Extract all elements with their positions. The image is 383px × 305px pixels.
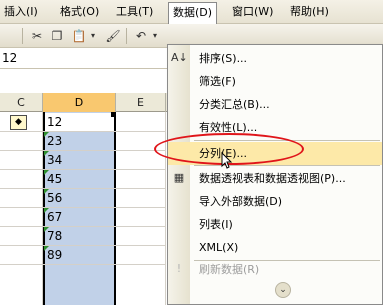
row-line	[0, 131, 166, 132]
menu-tools[interactable]: 工具(T)	[112, 3, 157, 21]
error-smart-tag-icon[interactable]: ◆	[10, 115, 27, 130]
cell-d3[interactable]: 34	[47, 151, 62, 169]
menu-bar: 插入(I) 格式(O) 工具(T) 数据(D) 窗口(W) 帮助(H)	[0, 0, 383, 24]
menu-item-refresh-data-label: 刷新数据(R)	[199, 263, 260, 276]
toolbar-separator	[126, 28, 127, 44]
format-painter-icon[interactable]: 🖌	[104, 27, 122, 45]
cut-icon[interactable]: ✂	[28, 27, 46, 45]
row-line	[0, 150, 166, 151]
toolbar-separator	[22, 28, 23, 44]
column-c-cells[interactable]: ◆	[0, 112, 43, 305]
menu-item-filter-label: 筛选(F)	[199, 75, 236, 88]
paste-icon[interactable]: 📋	[70, 27, 88, 45]
mouse-cursor-icon	[221, 152, 233, 169]
cell-d6[interactable]: 67	[47, 208, 62, 226]
cell-d2[interactable]: 23	[47, 132, 62, 150]
cell-d5[interactable]: 56	[47, 189, 62, 207]
menu-data[interactable]: 数据(D)	[168, 2, 218, 24]
cell-d4[interactable]: 45	[47, 170, 62, 188]
cell-d1[interactable]: 12	[45, 113, 114, 131]
menu-help[interactable]: 帮助(H)	[286, 3, 333, 21]
fill-handle[interactable]	[111, 112, 116, 117]
menu-insert[interactable]: 插入(I)	[0, 3, 42, 21]
cell-d8[interactable]: 89	[47, 246, 62, 264]
pivot-table-icon: ▦	[173, 171, 185, 184]
row-line	[0, 207, 166, 208]
menu-item-subtotals-label: 分类汇总(B)...	[199, 98, 270, 111]
undo-dropdown-icon[interactable]: ▾	[150, 27, 160, 45]
column-header-e[interactable]: E	[116, 93, 166, 112]
menu-item-xml-label: XML(X)	[199, 241, 239, 254]
row-line	[0, 264, 166, 265]
formula-value: 12	[2, 51, 18, 65]
menu-item-subtotals[interactable]: 分类汇总(B)...	[168, 93, 382, 116]
menu-item-sort-label: 排序(S)...	[199, 52, 248, 65]
column-e-cells[interactable]	[116, 112, 166, 305]
menu-item-import-external-data[interactable]: 导入外部数据(D)	[168, 190, 382, 213]
menu-item-list[interactable]: 列表(I)	[168, 213, 382, 236]
row-line	[0, 226, 166, 227]
cell-d7[interactable]: 78	[47, 227, 62, 245]
menu-item-sort[interactable]: A↓ 排序(S)...	[168, 47, 382, 70]
undo-icon[interactable]: ↶	[132, 27, 150, 45]
data-menu-dropdown: A↓ 排序(S)... 筛选(F) 分类汇总(B)... 有效性(L)... 分…	[167, 44, 383, 305]
menu-item-import-external-data-label: 导入外部数据(D)	[199, 195, 283, 208]
refresh-icon: !	[176, 262, 182, 275]
menu-item-pivot-table-label: 数据透视表和数据透视图(P)...	[199, 172, 346, 185]
menu-item-refresh-data: ! 刷新数据(R)	[168, 258, 382, 281]
paste-dropdown-icon[interactable]: ▾	[88, 27, 98, 45]
row-line	[0, 245, 166, 246]
menu-window[interactable]: 窗口(W)	[228, 3, 277, 21]
menu-item-filter[interactable]: 筛选(F)	[168, 70, 382, 93]
column-header-c[interactable]: C	[0, 93, 43, 112]
row-line	[0, 169, 166, 170]
expand-menu-chevron-icon[interactable]: ⌄	[275, 282, 291, 298]
menu-item-pivot-table[interactable]: ▦ 数据透视表和数据透视图(P)...	[168, 167, 382, 190]
menu-format[interactable]: 格式(O)	[56, 3, 103, 21]
menu-item-list-label: 列表(I)	[199, 218, 233, 231]
column-header-d[interactable]: D	[43, 93, 116, 112]
copy-icon[interactable]: ❐	[48, 27, 66, 45]
sort-ascending-icon: A↓	[171, 51, 188, 64]
menu-item-xml[interactable]: XML(X)	[168, 236, 382, 259]
row-line	[0, 188, 166, 189]
